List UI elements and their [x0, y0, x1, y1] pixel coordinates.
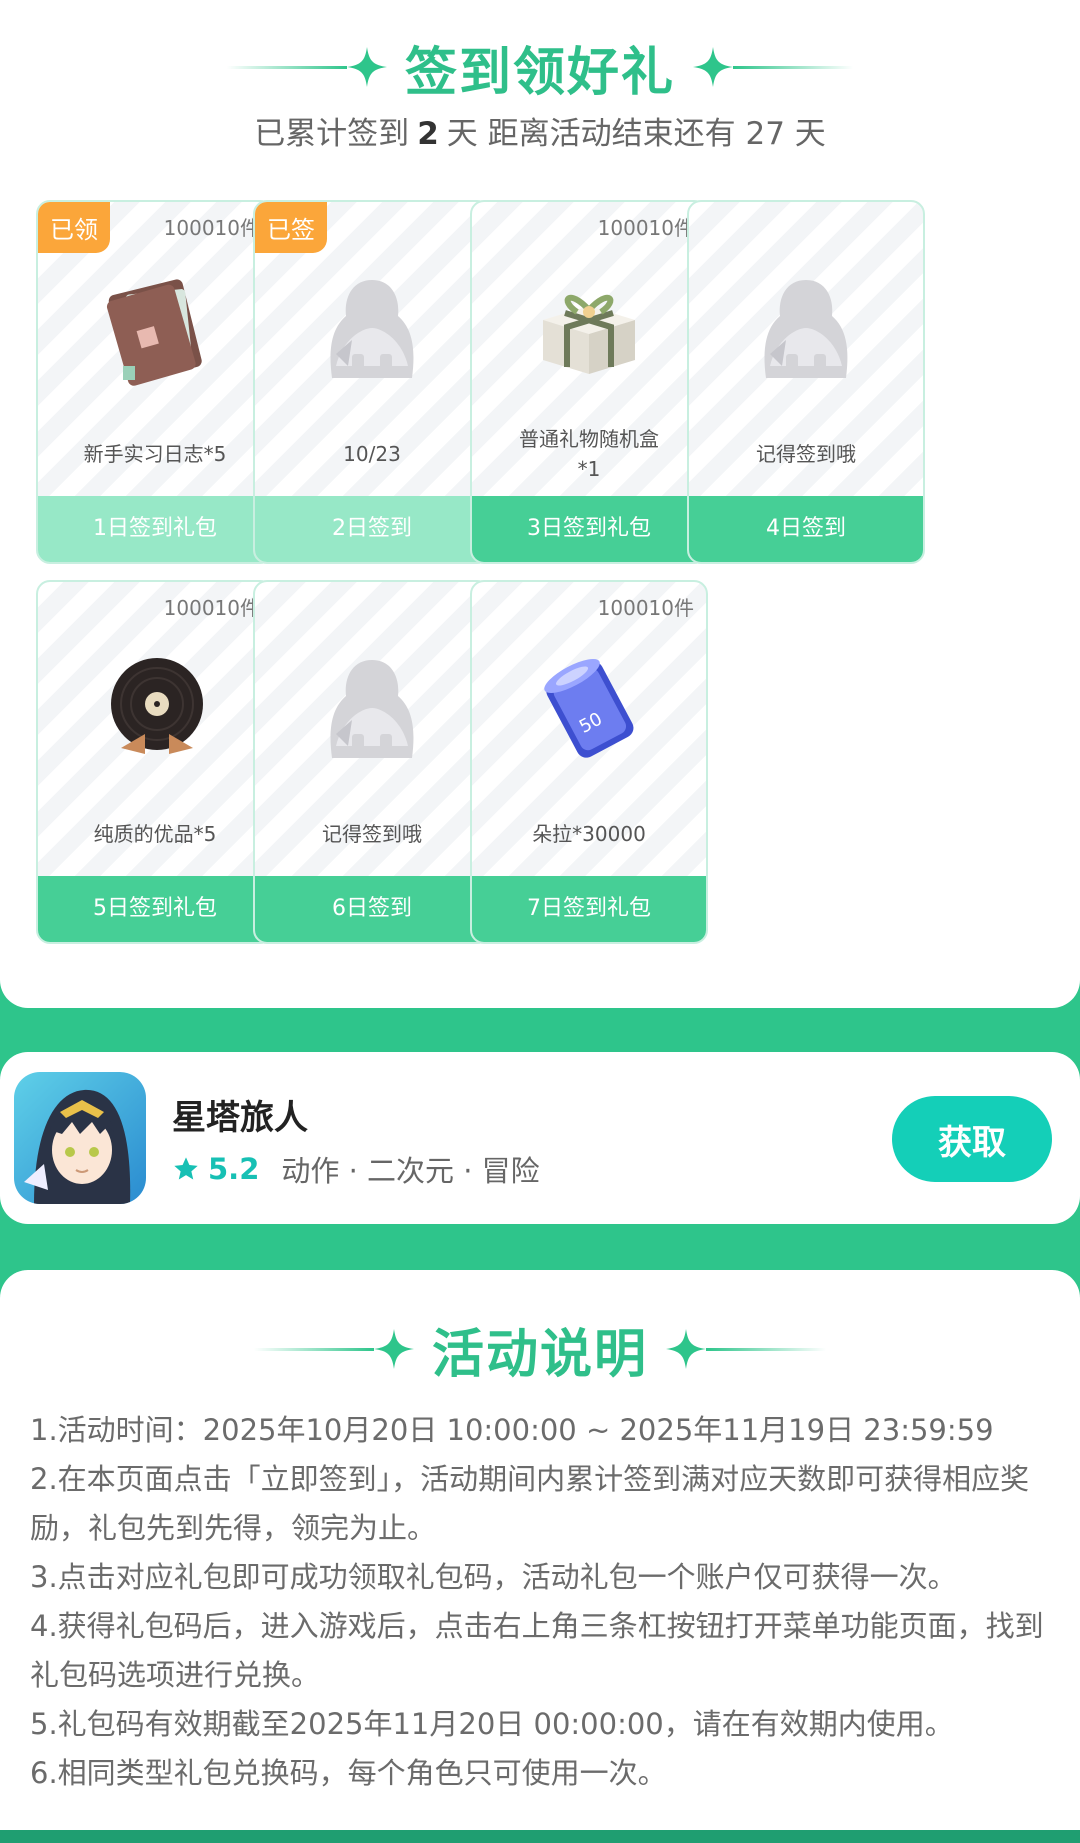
stock-count: 100010件 — [163, 596, 260, 620]
day-signin-button[interactable]: 2日签到 — [255, 496, 489, 562]
signin-title: 签到领好礼 — [404, 42, 675, 103]
stock-count: 100010件 — [597, 216, 694, 240]
stock-count: 100010件 — [163, 216, 260, 240]
day-signin-button[interactable]: 6日签到 — [255, 876, 489, 942]
rules-title-row: 活动说明 — [0, 1316, 1080, 1385]
rules-body: 1.活动时间：2025年10月20日 10:00:00 ~ 2025年11月19… — [30, 1406, 1060, 1798]
bottom-strip — [0, 1830, 1080, 1843]
notebook-icon — [95, 270, 215, 390]
rule-line-4: 4.获得礼包码后，进入游戏后，点击右上角三条杠按钮打开菜单功能页面，找到礼包码选… — [30, 1609, 1044, 1692]
signin-day-card[interactable]: 已领 100010件新手实习日志*5 1日签到礼包 — [36, 200, 274, 564]
stock-count: 100010件 — [597, 596, 694, 620]
progress-prefix: 已累计签到 — [254, 116, 410, 152]
day-signin-button[interactable]: 5日签到礼包 — [38, 876, 272, 942]
rule-line-6: 6.相同类型礼包兑换码，每个角色只可使用一次。 — [30, 1756, 667, 1790]
signin-day-card[interactable]: 100010件普通礼物随机盒 *1 3日签到礼包 — [470, 200, 708, 564]
title-decoration-right — [666, 1329, 826, 1369]
sparkle-icon — [346, 47, 387, 87]
signin-day-card[interactable]: 100010件 50 朵拉*30000 7日签到礼包 — [470, 580, 708, 944]
get-app-button[interactable]: 获取 — [892, 1096, 1052, 1182]
rules-panel: 活动说明 1.活动时间：2025年10月20日 10:00:00 ~ 2025年… — [0, 1270, 1080, 1830]
star-icon — [174, 1157, 198, 1180]
sparkle-icon — [666, 1329, 706, 1369]
signin-title-row: 签到领好礼 — [0, 34, 1080, 103]
game-app-name: 星塔旅人 — [172, 1098, 308, 1138]
game-rating: 5.2 — [208, 1152, 260, 1186]
sparkle-icon — [373, 1329, 414, 1369]
vinyl-record-icon — [95, 650, 215, 770]
reward-name: 新手实习日志*5 — [83, 442, 227, 466]
title-decoration-right — [693, 47, 853, 87]
signin-day-card[interactable]: 已签 10/23 2日签到 — [253, 200, 491, 564]
game-app-card[interactable]: 星塔旅人 5.2 动作 · 二次元 · 冒险 获取 — [0, 1052, 1080, 1224]
reward-name: 10/23 — [343, 442, 401, 466]
placeholder-avatar-icon — [746, 270, 866, 390]
rule-line-1: 1.活动时间：2025年10月20日 10:00:00 ~ 2025年11月19… — [30, 1413, 994, 1447]
signed-days-count: 2 — [417, 116, 439, 152]
rule-line-3: 3.点击对应礼包即可成功领取礼包码，活动礼包一个账户仅可获得一次。 — [30, 1560, 957, 1594]
status-badge: 已签 — [255, 202, 327, 253]
progress-suffix: 天 — [794, 116, 826, 152]
reward-name: 记得签到哦 — [322, 822, 422, 846]
placeholder-avatar-icon — [312, 650, 432, 770]
title-decoration-left — [226, 47, 387, 87]
reward-name: 纯质的优品*5 — [93, 822, 217, 846]
rules-title: 活动说明 — [431, 1324, 648, 1385]
rule-line-2: 2.在本页面点击「立即签到」，活动期间内累计签到满对应天数即可获得相应奖励，礼包… — [30, 1462, 1030, 1545]
status-badge: 已领 — [38, 202, 110, 253]
gift-box-icon — [529, 270, 649, 390]
sparkle-icon — [693, 47, 733, 87]
reward-name: 朵拉*30000 — [532, 822, 646, 846]
day-signin-button[interactable]: 4日签到 — [689, 496, 923, 562]
reward-name: 记得签到哦 — [756, 442, 856, 466]
day-signin-button[interactable]: 3日签到礼包 — [472, 496, 706, 562]
days-left-count: 27 — [745, 116, 785, 152]
day-signin-button[interactable]: 7日签到礼包 — [472, 876, 706, 942]
game-app-meta: 5.2 动作 · 二次元 · 冒险 — [172, 1148, 540, 1190]
game-tags: 动作 · 二次元 · 冒险 — [281, 1154, 540, 1188]
money-roll-icon: 50 — [529, 650, 649, 770]
signin-day-card[interactable]: 记得签到哦 6日签到 — [253, 580, 491, 944]
day-signin-button[interactable]: 1日签到礼包 — [38, 496, 272, 562]
signin-day-card[interactable]: 记得签到哦 4日签到 — [687, 200, 925, 564]
reward-name: 普通礼物随机盒 *1 — [519, 427, 659, 481]
progress-mid: 天 距离活动结束还有 — [446, 116, 736, 152]
game-app-icon — [14, 1072, 146, 1204]
signin-panel: 签到领好礼 已累计签到 2 天 距离活动结束还有 27 天 已领 100010件 新手实… — [0, 0, 1080, 1008]
placeholder-avatar-icon — [312, 270, 432, 390]
title-decoration-left — [253, 1329, 414, 1369]
signin-day-card[interactable]: 100010件纯质的优品*5 5日签到礼包 — [36, 580, 274, 944]
signin-progress-text: 已累计签到 2 天 距离活动结束还有 27 天 — [0, 108, 1080, 153]
rule-line-5: 5.礼包码有效期截至2025年11月20日 00:00:00，请在有效期内使用。 — [30, 1707, 954, 1741]
